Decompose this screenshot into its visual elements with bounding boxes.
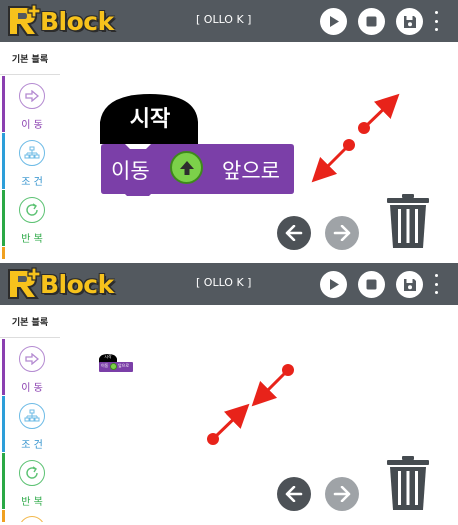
arrow-right-icon xyxy=(19,346,45,372)
device-label: [ OLLO K ] xyxy=(196,13,252,26)
category-move[interactable]: 이 동 xyxy=(0,339,60,395)
category-loop-label: 반 복 xyxy=(21,234,43,245)
more-menu-button[interactable] xyxy=(432,274,440,294)
start-block-label: 시작 xyxy=(129,107,171,132)
block-palette: 기본 블록 이 동 조 건 반 복 xyxy=(0,305,60,522)
stop-button[interactable] xyxy=(358,271,385,298)
category-move-label: 이 동 xyxy=(21,120,43,131)
arrow-right-icon xyxy=(333,225,351,241)
play-icon xyxy=(329,16,339,27)
logo-text: Block xyxy=(40,269,114,299)
device-label: [ OLLO K ] xyxy=(196,276,252,289)
category-condition-label: 조 건 xyxy=(21,440,43,451)
category-loop[interactable]: 반 복 xyxy=(0,453,60,509)
stop-button[interactable] xyxy=(358,8,385,35)
move-block-label: 이동 xyxy=(101,363,109,368)
app-logo: Block xyxy=(6,3,114,39)
start-block-label: 시작 xyxy=(104,354,112,359)
block-stack[interactable]: 시작 이동 앞으로 xyxy=(100,90,300,205)
redo-button[interactable] xyxy=(325,477,359,511)
trash-icon[interactable] xyxy=(386,194,430,248)
undo-button[interactable] xyxy=(277,477,311,511)
save-icon xyxy=(403,278,416,291)
r-plus-logo-icon xyxy=(8,267,41,299)
palette-header-label: 기본 블록 xyxy=(11,54,49,65)
category-move-label: 이 동 xyxy=(21,383,43,394)
save-button[interactable] xyxy=(396,271,423,298)
top-bar: Block [ OLLO K ] xyxy=(0,0,458,42)
loop-icon xyxy=(19,197,45,223)
category-loop[interactable]: 반 복 xyxy=(0,190,60,246)
category-loop-label: 반 복 xyxy=(21,497,43,508)
category-next[interactable] xyxy=(0,510,60,522)
save-button[interactable] xyxy=(396,8,423,35)
palette-header[interactable]: 기본 블록 xyxy=(0,305,60,338)
direction-label: 앞으로 xyxy=(222,159,280,183)
trash-icon[interactable] xyxy=(386,456,430,510)
undo-button[interactable] xyxy=(277,216,311,250)
palette-header[interactable]: 기본 블록 xyxy=(0,42,60,75)
category-condition-label: 조 건 xyxy=(21,177,43,188)
move-block-label: 이동 xyxy=(111,159,150,183)
palette-header-label: 기본 블록 xyxy=(11,317,49,328)
category-move[interactable]: 이 동 xyxy=(0,76,60,132)
top-bar: Block [ OLLO K ] xyxy=(0,263,458,305)
tree-icon xyxy=(19,403,45,429)
screen-zoomed-in: Block [ OLLO K ] 기본 블록 이 동 조 건 반 복 시작 이동… xyxy=(0,0,458,259)
direction-selector[interactable] xyxy=(110,363,117,370)
arrow-left-icon xyxy=(285,486,303,502)
direction-label: 앞으로 xyxy=(118,363,130,368)
category-condition[interactable]: 조 건 xyxy=(0,396,60,452)
stop-icon xyxy=(366,16,377,27)
block-stack-small[interactable]: 시작 이동 앞으로 xyxy=(99,353,135,373)
category-list: 이 동 조 건 반 복 xyxy=(0,76,60,259)
redo-button[interactable] xyxy=(325,216,359,250)
category-condition[interactable]: 조 건 xyxy=(0,133,60,189)
block-palette: 기본 블록 이 동 조 건 반 복 xyxy=(0,42,60,259)
app-logo: Block xyxy=(6,266,114,302)
play-icon xyxy=(329,279,339,290)
arrow-right-icon xyxy=(333,486,351,502)
category-list: 이 동 조 건 반 복 xyxy=(0,339,60,522)
direction-selector[interactable] xyxy=(170,151,203,184)
logo-text: Block xyxy=(40,6,114,36)
r-plus-logo-icon xyxy=(8,4,41,36)
arrow-left-icon xyxy=(285,225,303,241)
play-button[interactable] xyxy=(320,271,347,298)
more-menu-button[interactable] xyxy=(432,11,440,31)
arrow-right-icon xyxy=(19,83,45,109)
play-button[interactable] xyxy=(320,8,347,35)
loop-icon xyxy=(19,460,45,486)
stop-icon xyxy=(366,279,377,290)
category-next[interactable] xyxy=(0,247,60,259)
save-icon xyxy=(403,15,416,28)
screen-zoomed-out: Block [ OLLO K ] 기본 블록 이 동 조 건 반 복 xyxy=(0,263,458,522)
tree-icon xyxy=(19,140,45,166)
arrow-up-icon xyxy=(179,160,194,175)
